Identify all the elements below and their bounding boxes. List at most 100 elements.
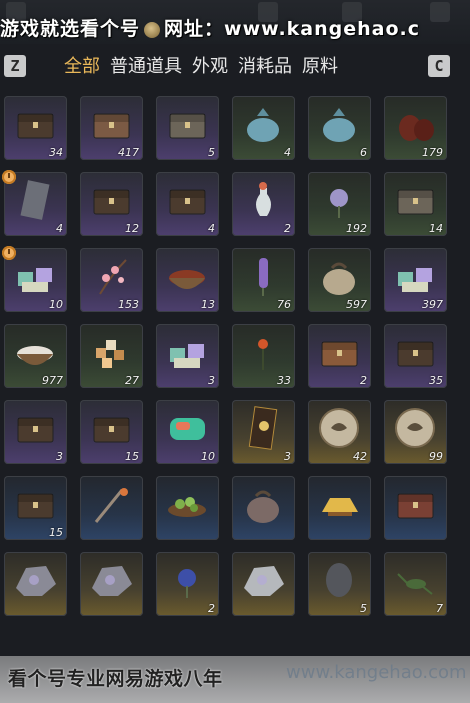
talisman-icon <box>12 178 59 222</box>
item-count: 33 <box>277 374 291 387</box>
inventory-slot[interactable]: 5 <box>156 96 219 160</box>
item-count: 76 <box>277 298 291 311</box>
flower-purple-icon <box>316 178 363 222</box>
z-key-button[interactable]: Z <box>4 55 26 77</box>
tab-2[interactable]: 外观 <box>192 52 228 78</box>
item-count: 3 <box>284 450 291 463</box>
inventory-slot[interactable]: 2 <box>156 552 219 616</box>
item-count: 397 <box>422 298 443 311</box>
item-count: 3 <box>56 450 63 463</box>
inventory-slot[interactable] <box>4 552 67 616</box>
inventory-slot[interactable]: 2 <box>232 172 295 236</box>
blossom-icon <box>88 254 135 298</box>
chest-brown-icon <box>88 406 135 450</box>
cloth-bundle-icon <box>316 102 363 146</box>
item-count: 99 <box>429 450 443 463</box>
item-count: 42 <box>353 450 367 463</box>
inventory-slot[interactable]: 35 <box>384 324 447 388</box>
item-count: 10 <box>201 450 215 463</box>
inventory-slot[interactable]: 34 <box>4 96 67 160</box>
chest-brown-icon <box>164 178 211 222</box>
chest-light-icon <box>316 330 363 374</box>
inventory-slot[interactable] <box>384 476 447 540</box>
gift-box-icon <box>392 254 439 298</box>
chest-grey-icon <box>164 102 211 146</box>
inventory-slot[interactable]: 15 <box>4 476 67 540</box>
chest-dark-icon <box>12 102 59 146</box>
timer-clock-icon <box>2 170 16 184</box>
inventory-slot[interactable]: 10 <box>156 400 219 464</box>
inventory-slot[interactable]: 12 <box>80 172 143 236</box>
gift-box-icon <box>164 330 211 374</box>
c-key-button[interactable]: C <box>428 55 450 77</box>
inventory-slot[interactable]: 14 <box>384 172 447 236</box>
inventory-slot[interactable] <box>232 552 295 616</box>
inventory-slot[interactable]: 76 <box>232 248 295 312</box>
inventory-slot[interactable] <box>232 476 295 540</box>
fruit-plate-icon <box>164 482 211 526</box>
item-count: 153 <box>118 298 139 311</box>
cricket-icon <box>392 558 439 602</box>
item-count: 13 <box>201 298 215 311</box>
chest-dark-icon <box>392 330 439 374</box>
inventory-slot[interactable]: 99 <box>384 400 447 464</box>
inventory-slot[interactable]: 33 <box>232 324 295 388</box>
item-count: 192 <box>346 222 367 235</box>
watermark-bottom-text: 看个号专业网易游戏八年 <box>8 668 223 690</box>
inventory-slot[interactable]: 3 <box>4 400 67 464</box>
jade-stone-icon <box>164 406 211 450</box>
item-count: 34 <box>49 146 63 159</box>
inventory-slot[interactable]: 179 <box>384 96 447 160</box>
inventory-slot[interactable]: 977 <box>4 324 67 388</box>
inventory-slot[interactable]: 42 <box>308 400 371 464</box>
category-tab-row: Z 全部 普通道具 外观 消耗品 原料 C <box>0 50 470 80</box>
inventory-slot[interactable]: 6 <box>308 96 371 160</box>
tab-0[interactable]: 全部 <box>64 52 100 78</box>
gold-ingot-icon <box>316 482 363 526</box>
staff-lantern-icon <box>88 482 135 526</box>
ore-rock-icon <box>12 558 59 602</box>
inventory-slot[interactable]: 4 <box>156 172 219 236</box>
item-count: 5 <box>360 602 367 615</box>
lavender-icon <box>240 254 287 298</box>
inventory-slot[interactable] <box>80 476 143 540</box>
inventory-slot[interactable]: 13 <box>156 248 219 312</box>
item-count: 15 <box>49 526 63 539</box>
item-count: 977 <box>42 374 63 387</box>
inventory-slot[interactable]: 5 <box>308 552 371 616</box>
item-count: 5 <box>208 146 215 159</box>
inventory-slot[interactable]: 7 <box>384 552 447 616</box>
category-tabs: 全部 普通道具 外观 消耗品 原料 <box>64 52 348 78</box>
inventory-slot[interactable]: 192 <box>308 172 371 236</box>
item-count: 417 <box>118 146 139 159</box>
inventory-slot[interactable]: 397 <box>384 248 447 312</box>
inventory-slot[interactable]: 4 <box>232 96 295 160</box>
ore-rock-icon <box>88 558 135 602</box>
red-flower-icon <box>240 330 287 374</box>
tab-4[interactable]: 原料 <box>302 52 338 78</box>
ornate-box-icon <box>392 482 439 526</box>
tab-1[interactable]: 普通道具 <box>110 52 182 78</box>
inventory-slot[interactable] <box>156 476 219 540</box>
inventory-slot[interactable]: 597 <box>308 248 371 312</box>
inventory-slot[interactable]: 153 <box>80 248 143 312</box>
chest-carved-icon <box>88 102 135 146</box>
grain-sack-icon <box>316 254 363 298</box>
item-count: 27 <box>125 374 139 387</box>
tab-3[interactable]: 消耗品 <box>238 52 292 78</box>
inventory-slot[interactable] <box>80 552 143 616</box>
inventory-slot[interactable] <box>308 476 371 540</box>
timer-clock-icon <box>2 246 16 260</box>
inventory-slot[interactable]: 3 <box>232 400 295 464</box>
inventory-slot[interactable]: 2 <box>308 324 371 388</box>
inventory-slot[interactable]: 417 <box>80 96 143 160</box>
food-bowl-icon <box>164 254 211 298</box>
inventory-slot[interactable]: 15 <box>80 400 143 464</box>
pouch-icon <box>144 21 161 38</box>
item-count: 2 <box>360 374 367 387</box>
cloth-bundle-icon <box>240 102 287 146</box>
item-count: 4 <box>284 146 291 159</box>
inventory-slot[interactable]: 3 <box>156 324 219 388</box>
blue-flower-icon <box>164 558 211 602</box>
inventory-slot[interactable]: 27 <box>80 324 143 388</box>
